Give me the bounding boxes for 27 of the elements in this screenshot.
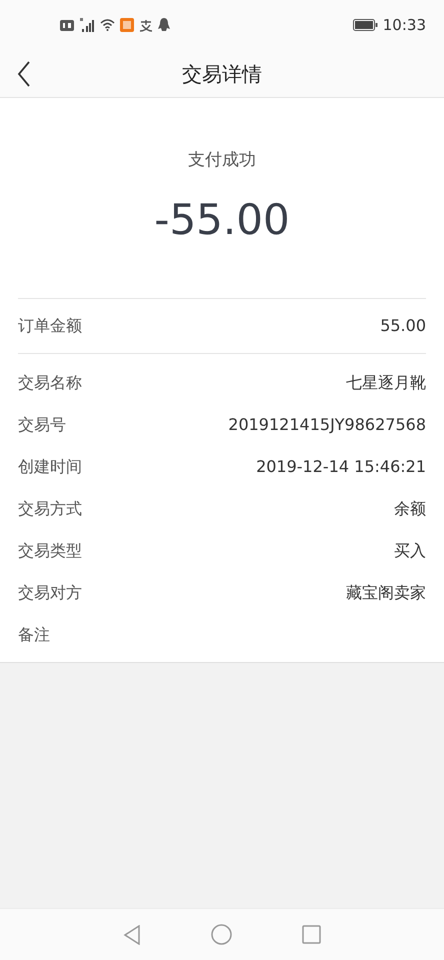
row-label: 交易类型 [18, 540, 82, 562]
recents-nav-icon[interactable] [302, 925, 321, 944]
row-label: 交易号 [18, 414, 66, 436]
penguin-icon [158, 18, 170, 32]
payment-status: 支付成功 [188, 149, 256, 172]
signal-icon [79, 18, 95, 32]
row-value: 55.00 [380, 315, 426, 337]
row-label: 交易方式 [18, 498, 82, 520]
row-value: 七星逐月靴 [346, 372, 426, 394]
back-nav-icon[interactable] [123, 924, 141, 944]
page-title: 交易详情 [182, 60, 262, 88]
wifi-icon [100, 19, 115, 31]
row-label: 交易对方 [18, 582, 82, 604]
row-label: 交易名称 [18, 372, 82, 394]
row-value: 买入 [394, 540, 426, 562]
row-label: 订单金额 [18, 315, 82, 337]
payment-amount: -55.00 [154, 194, 290, 246]
home-nav-icon[interactable] [211, 924, 232, 945]
status-time: 10:33 [382, 14, 426, 36]
row-label: 备注 [18, 624, 50, 646]
row-label: 创建时间 [18, 456, 82, 478]
row-value: 2019-12-14 15:46:21 [256, 456, 426, 478]
row-value: 余额 [394, 498, 426, 520]
row-value: 藏宝阁卖家 [346, 582, 426, 604]
row-value: 2019121415JY98627568 [228, 414, 426, 436]
battery-icon [352, 19, 378, 31]
chevron-left-icon [17, 60, 31, 86]
